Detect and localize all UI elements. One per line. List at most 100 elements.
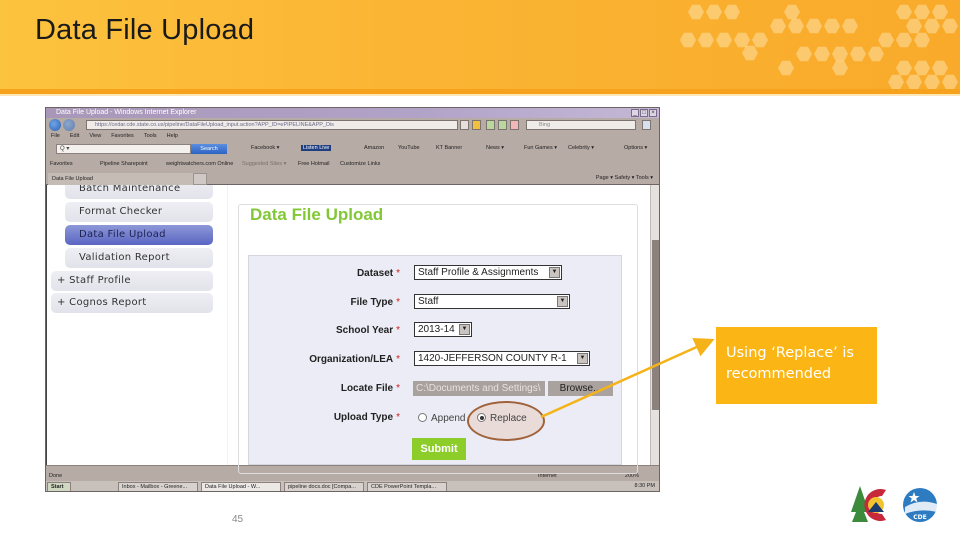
- browse-button[interactable]: Browse...: [548, 381, 613, 396]
- taskbar-item-inbox[interactable]: Inbox - Mailbox - Greene...: [118, 482, 198, 491]
- minimize-button[interactable]: _: [631, 109, 639, 117]
- address-bar: https://cedar.cde.state.co.us/pipeline/D…: [46, 118, 659, 132]
- scrollbar-thumb[interactable]: [652, 240, 659, 410]
- favorites-bar: Favorites Pipeline Sharepoint weightwatc…: [46, 157, 659, 171]
- menu-favorites[interactable]: Favorites: [111, 132, 134, 141]
- forward-button[interactable]: [63, 119, 75, 131]
- search-icon[interactable]: [642, 120, 651, 130]
- menu-file[interactable]: File: [51, 132, 60, 141]
- toolbar-listen-live[interactable]: Listen Live: [301, 145, 332, 151]
- toolbar-news[interactable]: News ▾: [486, 145, 504, 151]
- organization-value: 1420-JEFFERSON COUNTY R-1: [418, 353, 567, 364]
- fav-weightwatchers[interactable]: weightwatchers.com Online: [166, 161, 233, 167]
- window-title: Data File Upload - Windows Internet Expl…: [56, 109, 197, 116]
- close-button[interactable]: ×: [649, 109, 657, 117]
- url-dropdown-button[interactable]: [460, 120, 469, 130]
- taskbar-item-pipeline-docs[interactable]: pipeline docs.doc [Compa...: [284, 482, 364, 491]
- header-banner: Data File Upload: [0, 0, 960, 90]
- hex-decoration: [850, 46, 866, 62]
- file-type-label: File Type *: [250, 297, 400, 308]
- fav-pipeline-sharepoint[interactable]: Pipeline Sharepoint: [100, 161, 148, 167]
- chevron-down-icon[interactable]: ▼: [557, 296, 568, 307]
- dataset-label: Dataset *: [250, 268, 400, 279]
- school-year-value: 2013-14: [418, 324, 455, 335]
- compatibility-icon[interactable]: [486, 120, 495, 130]
- toolbar-options[interactable]: Options ▾: [624, 145, 647, 151]
- toolbar-search-button[interactable]: Search: [191, 144, 227, 154]
- chevron-down-icon[interactable]: ▼: [549, 267, 560, 278]
- submit-button[interactable]: Submit: [412, 438, 466, 460]
- command-bar[interactable]: Page ▾ Safety ▾ Tools ▾: [596, 175, 653, 181]
- banner-underline-light: [0, 94, 960, 96]
- hex-decoration: [896, 60, 912, 76]
- label-text: File Type: [350, 297, 394, 308]
- fav-suggested-sites[interactable]: Suggested Sites ▾: [242, 161, 286, 167]
- menu-edit[interactable]: Edit: [70, 132, 79, 141]
- required-marker: *: [396, 325, 400, 336]
- hex-decoration: [814, 46, 830, 62]
- fav-free-hotmail[interactable]: Free Hotmail: [298, 161, 329, 167]
- hex-decoration: [924, 18, 940, 34]
- badge-text: CDE: [913, 514, 926, 521]
- hex-decoration: [906, 18, 922, 34]
- label-text: Upload Type: [333, 412, 394, 423]
- start-button[interactable]: Start: [47, 482, 71, 491]
- callout-box: Using ‘Replace’ is recommended: [716, 327, 877, 404]
- stop-icon[interactable]: [510, 120, 519, 130]
- label-text: Dataset: [356, 268, 394, 279]
- taskbar-item-data-file-upload[interactable]: Data File Upload - W...: [201, 482, 281, 491]
- hex-decoration: [688, 4, 704, 20]
- refresh-icon[interactable]: [498, 120, 507, 130]
- label-text: School Year: [336, 325, 394, 336]
- chevron-down-icon[interactable]: ▼: [577, 353, 588, 364]
- hex-decoration: [942, 18, 958, 34]
- taskbar-clock: 8:30 PM: [634, 483, 655, 489]
- maximize-button[interactable]: □: [640, 109, 648, 117]
- favorites-button[interactable]: Favorites: [50, 161, 73, 167]
- menu-help[interactable]: Help: [167, 132, 178, 141]
- file-path-input[interactable]: C:\Documents and Settings\: [413, 381, 545, 396]
- toolbar-amazon[interactable]: Amazon: [364, 145, 384, 151]
- append-radio[interactable]: [418, 413, 427, 422]
- toolbar-youtube[interactable]: YouTube: [398, 145, 420, 151]
- label-text: Organization/LEA: [309, 354, 394, 365]
- school-year-select[interactable]: 2013-14 ▼: [414, 322, 472, 337]
- upload-type-label: Upload Type *: [250, 412, 400, 423]
- lock-icon[interactable]: [472, 120, 481, 130]
- vertical-scrollbar[interactable]: [650, 185, 659, 465]
- status-text: Done: [49, 473, 63, 479]
- hex-decoration: [752, 32, 768, 48]
- file-type-select[interactable]: Staff ▼: [414, 294, 570, 309]
- school-year-label: School Year *: [250, 325, 400, 336]
- back-button[interactable]: [49, 119, 61, 131]
- replace-radio[interactable]: [477, 413, 486, 422]
- toolbar-kt-banner[interactable]: KT Banner: [436, 145, 462, 151]
- fav-customize-links[interactable]: Customize Links: [340, 161, 380, 167]
- hex-decoration: [832, 60, 848, 76]
- required-marker: *: [396, 412, 400, 423]
- bing-search-input[interactable]: Bing: [526, 120, 636, 130]
- chevron-down-icon[interactable]: ▼: [459, 324, 470, 335]
- taskbar-item-powerpoint[interactable]: CDE PowerPoint Templa...: [367, 482, 447, 491]
- hex-decoration: [914, 32, 930, 48]
- hex-decoration: [914, 4, 930, 20]
- hex-decoration: [888, 74, 904, 90]
- organization-select[interactable]: 1420-JEFFERSON COUNTY R-1 ▼: [414, 351, 590, 366]
- append-radio-label[interactable]: Append: [431, 413, 465, 424]
- menu-view[interactable]: View: [89, 132, 101, 141]
- dataset-value: Staff Profile & Assignments: [418, 267, 539, 278]
- dataset-select[interactable]: Staff Profile & Assignments ▼: [414, 265, 562, 280]
- label-text: Locate File: [340, 383, 394, 394]
- replace-radio-label[interactable]: Replace: [490, 413, 527, 424]
- toolbar-fun-games[interactable]: Fun Games ▾: [524, 145, 557, 151]
- cde-logo: CDE: [851, 486, 937, 522]
- tab-bar: Data File Upload Page ▾ Safety ▾ Tools ▾: [46, 171, 659, 185]
- hex-decoration: [784, 4, 800, 20]
- toolbar-celebrity[interactable]: Celebrity ▾: [568, 145, 594, 151]
- url-input[interactable]: https://cedar.cde.state.co.us/pipeline/D…: [86, 120, 458, 130]
- menu-tools[interactable]: Tools: [144, 132, 157, 141]
- toolbar-facebook[interactable]: Facebook ▾: [251, 145, 279, 151]
- required-marker: *: [396, 383, 400, 394]
- toolbar-search-input[interactable]: Q ▾: [56, 144, 191, 154]
- window-controls: _ □ ×: [631, 109, 657, 117]
